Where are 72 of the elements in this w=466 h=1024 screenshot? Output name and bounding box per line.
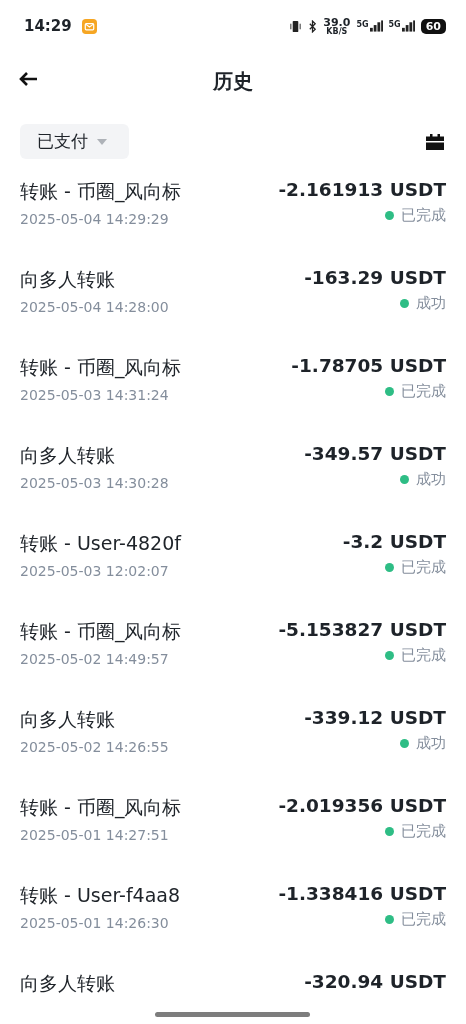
transaction-title: 向多人转账 [20,267,116,292]
transaction-date: 2025-05-04 14:29:29 [20,211,170,227]
signal-icon [369,20,383,32]
calendar-button[interactable] [426,133,444,150]
transaction-title: 转账 - User-f4aa8 [20,883,181,908]
transaction-row[interactable]: 转账 - 币圈_风向标 2025-05-03 14:31:24 -1.78705 USDT 已完成 [20,355,446,443]
transaction-date: 2025-05-01 14:26:30 [20,915,170,931]
network-type: 5G [388,20,401,29]
transaction-status: 成功 [416,734,446,753]
transaction-status: 成功 [416,470,446,489]
transaction-date: 2025-05-02 14:26:55 [20,739,169,755]
bluetooth-icon [308,19,318,33]
transaction-row[interactable]: 转账 - User-f4aa8 2025-05-01 14:26:30 -1.338416 USDT 已完成 [20,883,446,971]
transaction-amount: -349.57 USDT [304,443,446,464]
transaction-date: 2025-05-04 14:28:00 [20,299,169,315]
transaction-amount: -320.94 USDT [304,971,446,992]
transaction-row[interactable]: 向多人转账 2025-05-04 14:28:00 -163.29 USDT 成功 [20,267,446,355]
status-filter-dropdown[interactable]: 已支付 [20,124,129,159]
status-time: 14:29 [24,17,72,35]
transaction-status: 已完成 [401,822,446,841]
transaction-date: 2025-05-03 14:31:24 [20,387,170,403]
transaction-row[interactable]: 向多人转账 2025-05-02 14:26:55 -339.12 USDT 成功 [20,707,446,795]
transaction-status: 成功 [416,294,446,313]
transaction-title: 向多人转账 [20,707,116,732]
transaction-status: 已完成 [401,382,446,401]
status-dot [400,739,409,748]
status-dot [385,211,394,220]
transaction-amount: -2.019356 USDT [278,795,446,816]
transaction-amount: -5.153827 USDT [278,619,446,640]
transaction-title: 转账 - 币圈_风向标 [20,795,182,821]
network-type: 5G [356,20,369,29]
transaction-title: 转账 - 币圈_风向标 [20,355,182,381]
vibrate-icon [289,19,303,33]
transaction-title: 转账 - 币圈_风向标 [20,619,182,645]
transaction-title: 转账 - User-4820f [20,531,181,556]
transaction-status: 已完成 [401,206,446,225]
transaction-amount: -2.161913 USDT [278,179,446,200]
status-dot [400,475,409,484]
transaction-amount: -1.78705 USDT [291,355,446,376]
transaction-date: 2025-05-01 14:27:51 [20,827,170,843]
transaction-amount: -1.338416 USDT [278,883,446,904]
transaction-amount: -3.2 USDT [342,531,446,552]
transaction-status: 已完成 [401,646,446,665]
transaction-title: 向多人转账 [20,971,115,996]
battery-level: 60 [420,18,446,34]
transaction-amount: -163.29 USDT [304,267,446,288]
transaction-date: 2025-05-03 12:02:07 [20,563,170,579]
transaction-title: 转账 - 币圈_风向标 [20,179,182,205]
status-dot [385,563,394,572]
transaction-date: 2025-05-03 14:30:28 [20,475,169,491]
status-dot [400,299,409,308]
transaction-title: 向多人转账 [20,443,116,468]
transaction-row[interactable]: 转账 - 币圈_风向标 2025-05-02 14:49:57 -5.153827 USDT 已完成 [20,619,446,707]
transaction-status: 已完成 [401,910,446,929]
status-dot [385,651,394,660]
transaction-status: 已完成 [401,558,446,577]
back-button[interactable] [18,71,38,87]
network-speed: 39.0 KB/S [323,16,351,36]
status-dot [385,827,394,836]
transaction-amount: -339.12 USDT [304,707,446,728]
transaction-date: 2025-05-02 14:49:57 [20,651,170,667]
mail-icon [81,18,97,34]
status-dot [385,387,394,396]
transaction-row[interactable]: 转账 - 币圈_风向标 2025-05-01 14:27:51 -2.019356 USDT 已完成 [20,795,446,883]
caret-icon [97,138,107,145]
transaction-row[interactable]: 向多人转账 2025-05-03 14:30:28 -349.57 USDT 成功 [20,443,446,531]
transaction-row[interactable]: 向多人转账 -320.94 USDT [20,971,446,1024]
page-title: 历史 [213,67,253,95]
transaction-row[interactable]: 转账 - User-4820f 2025-05-03 12:02:07 -3.2 USDT 已完成 [20,531,446,619]
status-dot [385,915,394,924]
signal-icon [401,20,415,32]
transaction-row[interactable]: 转账 - 币圈_风向标 2025-05-04 14:29:29 -2.161913 USDT 已完成 [20,179,446,267]
